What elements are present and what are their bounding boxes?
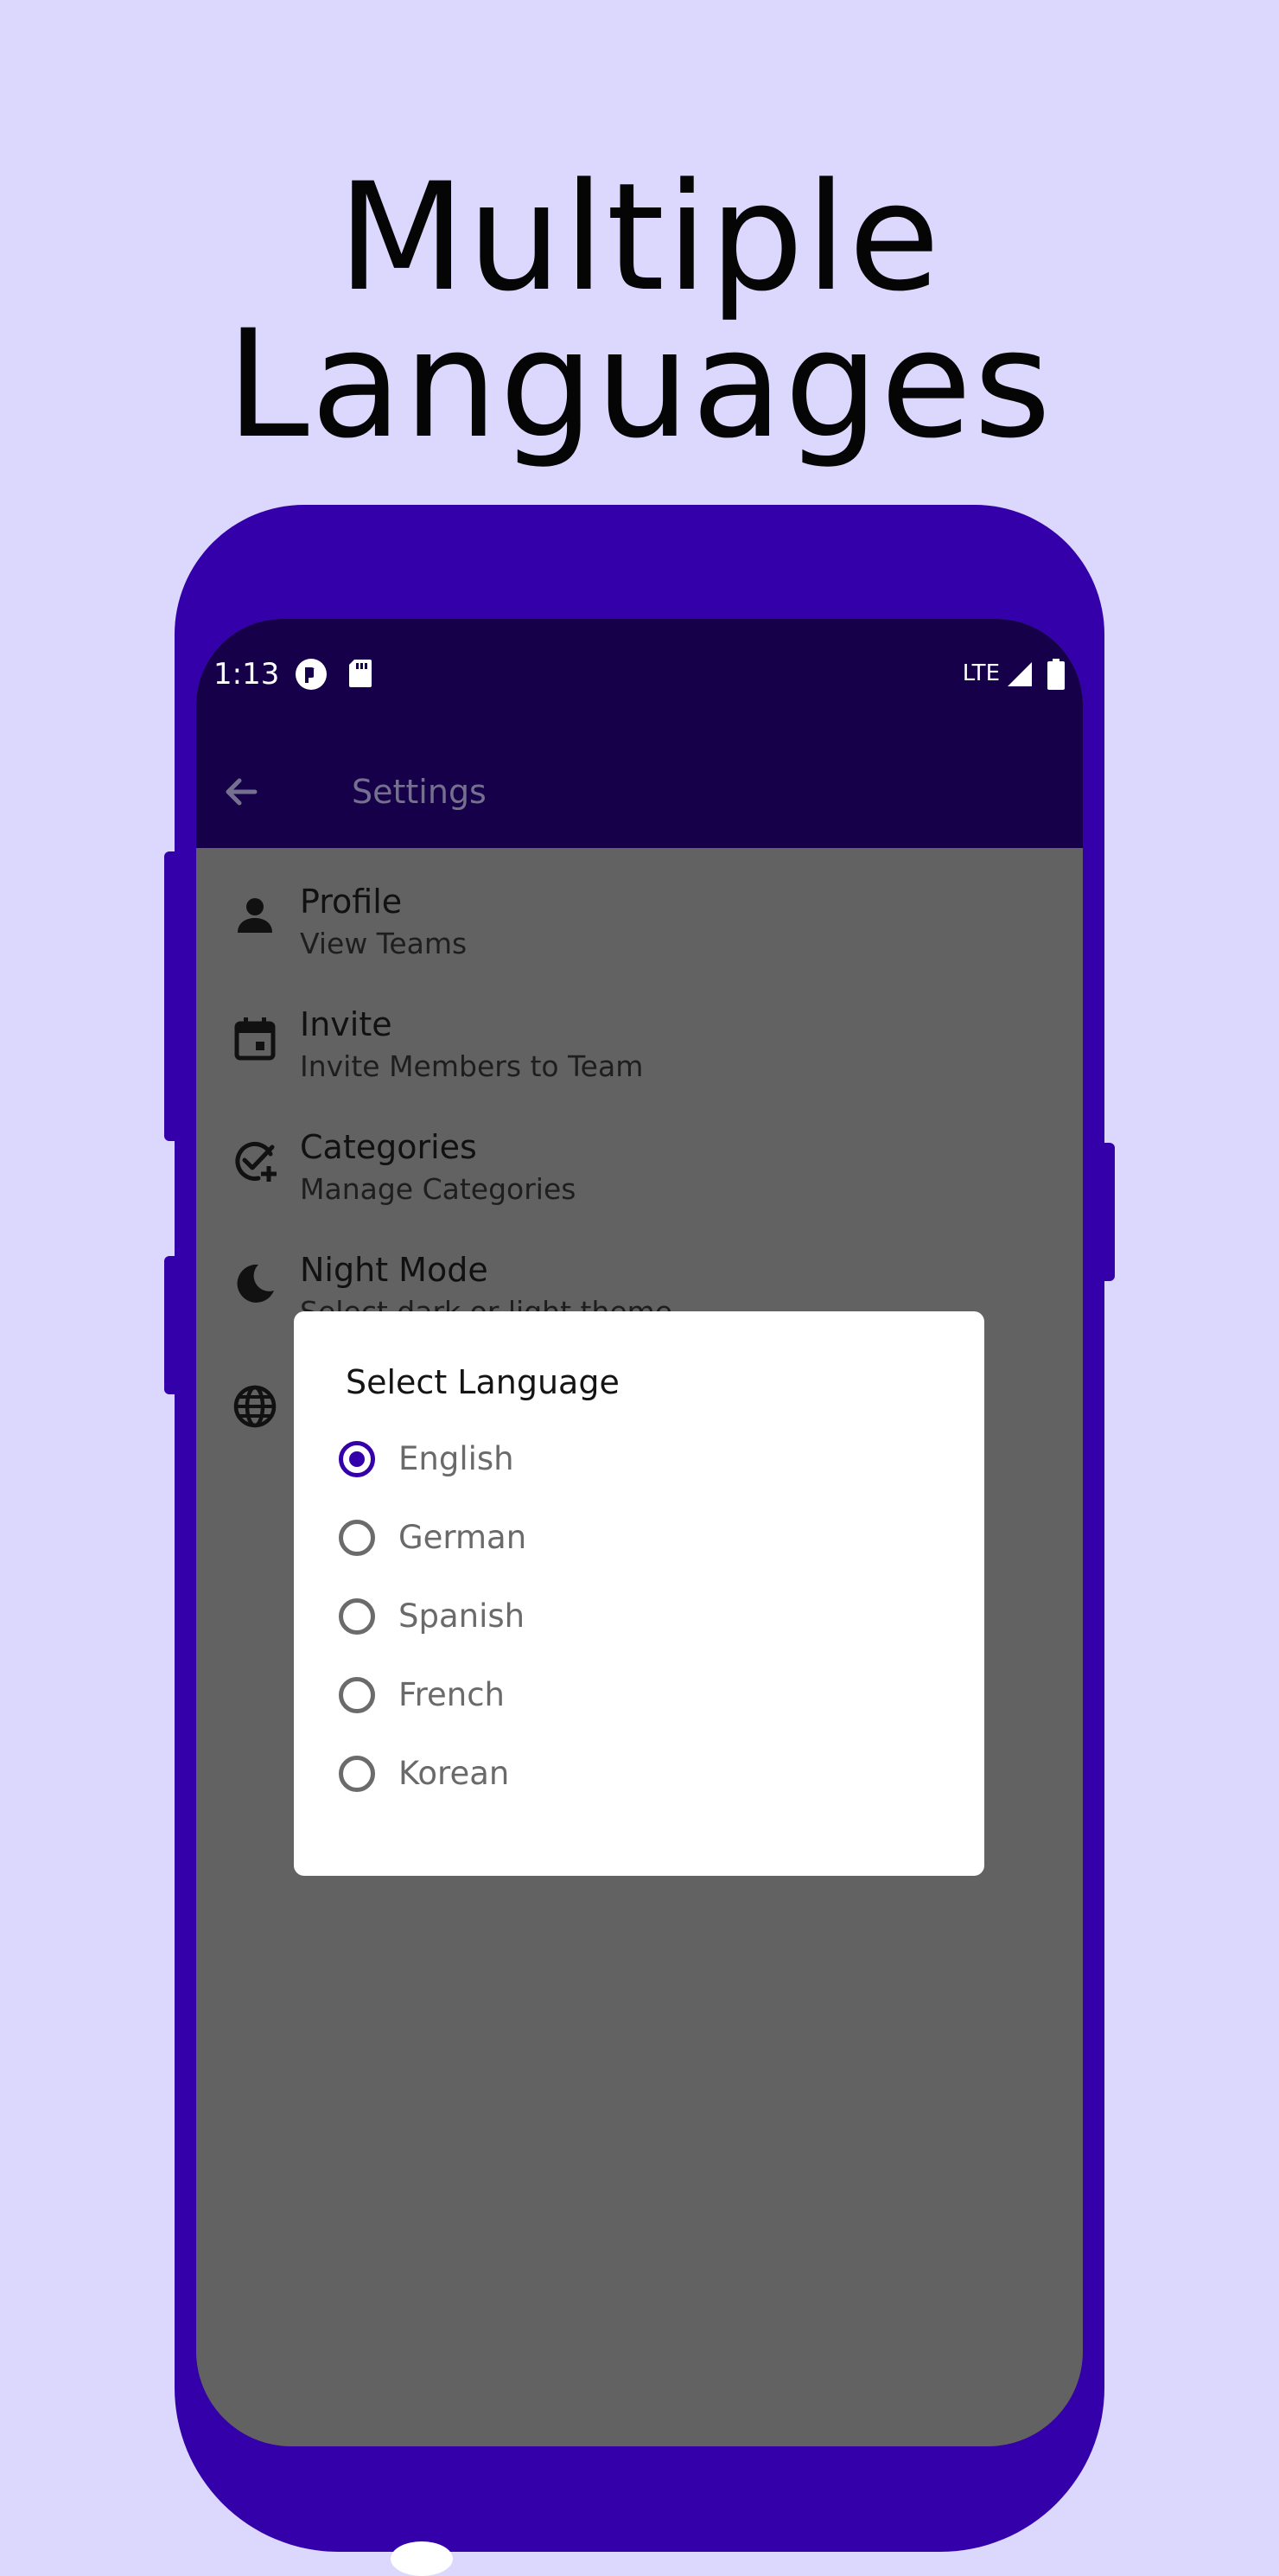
language-label: English	[398, 1440, 514, 1477]
app-bar: 1:13 LTE Settings	[196, 619, 1083, 848]
radio-checked[interactable]	[339, 1441, 375, 1477]
back-button[interactable]	[215, 766, 267, 818]
dialog-title: Select Language	[346, 1363, 620, 1401]
app-bar-title: Settings	[352, 773, 487, 811]
sd-card-icon	[347, 658, 373, 692]
radio-unchecked[interactable]	[339, 1598, 375, 1635]
status-bar: 1:13 LTE	[196, 619, 1083, 731]
settings-item-subtitle: View Teams	[300, 927, 468, 960]
language-label: French	[398, 1676, 505, 1713]
arrow-left-icon	[226, 778, 258, 806]
settings-item-title: Categories	[300, 1128, 477, 1166]
settings-item-categories[interactable]: Categories Manage Categories	[196, 1094, 1083, 1216]
radio-unchecked[interactable]	[339, 1756, 375, 1792]
settings-item-subtitle: Invite Members to Team	[300, 1049, 644, 1083]
app-notification-icon	[295, 658, 328, 694]
headline-line-2: Languages	[226, 297, 1053, 471]
battery-icon	[1047, 659, 1066, 693]
network-type: LTE	[962, 660, 1000, 686]
radio-unchecked[interactable]	[339, 1520, 375, 1556]
phone-chin-dot	[391, 2541, 453, 2576]
language-dialog: Select Language English German Spanish F…	[294, 1311, 984, 1876]
status-time: 1:13	[213, 657, 280, 692]
settings-item-invite[interactable]: Invite Invite Members to Team	[196, 971, 1083, 1094]
language-option-german[interactable]: German	[339, 1511, 944, 1572]
language-option-korean[interactable]: Korean	[339, 1747, 944, 1808]
headline-line-1: Multiple	[337, 150, 942, 324]
globe-icon	[233, 1385, 277, 1428]
radio-unchecked[interactable]	[339, 1677, 375, 1713]
language-option-spanish[interactable]: Spanish	[339, 1590, 944, 1650]
moon-icon	[237, 1264, 274, 1303]
language-option-french[interactable]: French	[339, 1668, 944, 1729]
language-label: Spanish	[398, 1597, 525, 1635]
settings-item-title: Invite	[300, 1005, 392, 1043]
settings-item-subtitle: Manage Categories	[300, 1172, 576, 1206]
language-label: Korean	[398, 1755, 510, 1792]
person-icon	[238, 898, 272, 933]
headline: Multiple Languages	[0, 150, 1279, 471]
calendar-icon	[234, 1017, 276, 1061]
language-option-english[interactable]: English	[339, 1432, 944, 1493]
language-label: German	[398, 1519, 527, 1556]
check-add-icon	[235, 1141, 277, 1182]
settings-item-title: Night Mode	[300, 1251, 488, 1289]
signal-icon	[1006, 660, 1034, 692]
settings-item-profile[interactable]: Profile View Teams	[196, 848, 1083, 971]
settings-item-title: Profile	[300, 883, 403, 921]
